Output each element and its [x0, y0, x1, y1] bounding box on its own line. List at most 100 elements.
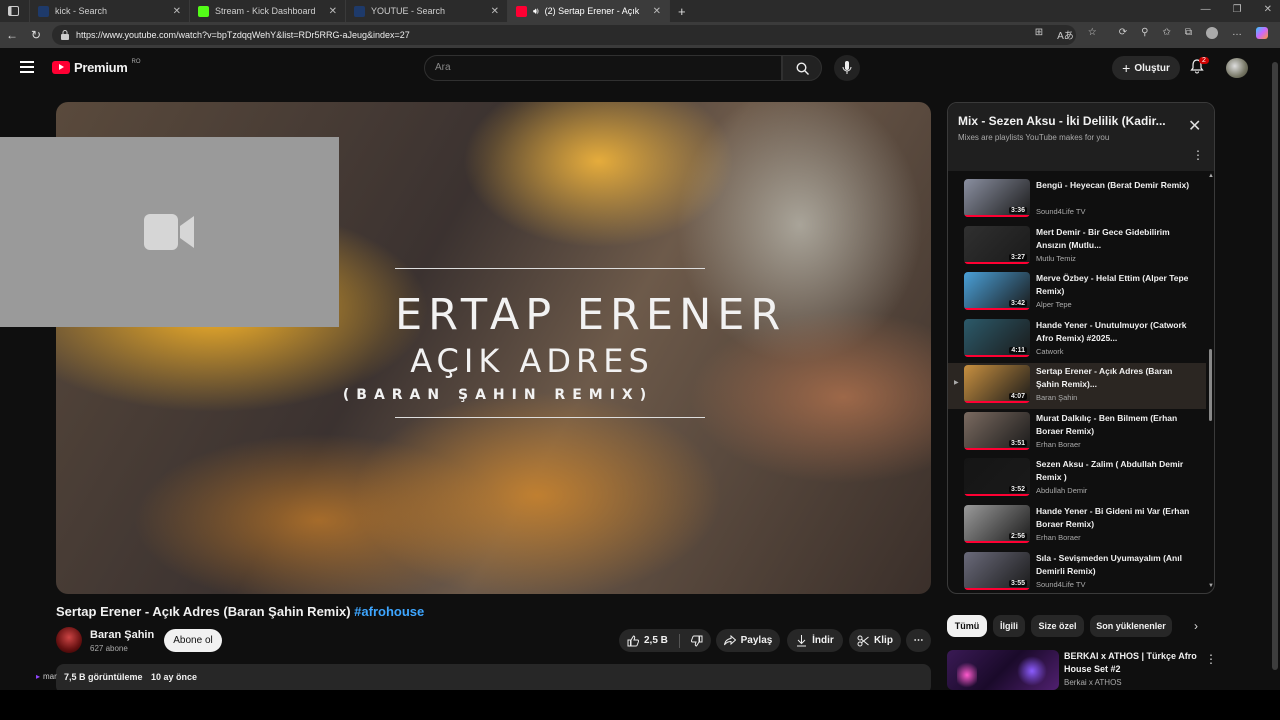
recommended-video-channel[interactable]: Berkai x ATHOS	[1064, 678, 1122, 687]
chip-all[interactable]: Tümü	[947, 615, 987, 637]
scroll-down-icon[interactable]: ▼	[1208, 583, 1214, 589]
playlist-item-thumbnail[interactable]: 4:11	[964, 319, 1030, 357]
channel-avatar[interactable]	[56, 627, 82, 653]
close-window-icon[interactable]: ✕	[1264, 4, 1272, 15]
read-aloud-icon[interactable]: Aあ	[1057, 27, 1074, 42]
playlist-item[interactable]: 3:27 Mert Demir - Bir Gece Gidebilirim An…	[948, 224, 1206, 270]
download-button[interactable]: İndir	[787, 629, 843, 652]
chip-for-you[interactable]: Size özel	[1031, 615, 1084, 637]
more-actions-button[interactable]: ⋯	[906, 629, 931, 652]
new-tab-button[interactable]: +	[678, 4, 686, 19]
playlist-item-thumbnail[interactable]: 3:36	[964, 179, 1030, 217]
close-tab-icon[interactable]: ✕	[653, 6, 661, 17]
playlist-item[interactable]: 3:42 Merve Özbey - Helal Ettim (Alper Tep…	[948, 270, 1206, 316]
more-icon[interactable]: …	[1232, 27, 1242, 42]
scroll-up-icon[interactable]: ▲	[1208, 173, 1214, 179]
duration-badge: 3:52	[1008, 486, 1027, 493]
apps-icon[interactable]: ⊞	[1035, 27, 1043, 42]
playlist-item[interactable]: 4:11 Hande Yener - Unutulmuyor (Catwork A…	[948, 317, 1206, 363]
page-scrollbar[interactable]	[1270, 48, 1280, 690]
playlist-item-thumbnail[interactable]: 3:55	[964, 552, 1030, 590]
subscribe-button[interactable]: Abone ol	[164, 629, 222, 652]
search-button[interactable]	[782, 55, 822, 81]
playlist-item-title[interactable]: Sıla - Sevişmeden Uyumayalım (Anıl Demir…	[1036, 552, 1196, 578]
playlist-item[interactable]: ▶ 4:07 Sertap Erener - Açık Adres (Baran Ş…	[948, 363, 1206, 409]
clip-button[interactable]: Klip	[849, 629, 901, 652]
mix-playlist-panel: Mix - Sezen Aksu - İki Delilik (Kadir...…	[947, 102, 1215, 594]
playlist-item-title[interactable]: Hande Yener - Bi Gideni mi Var (Erhan Bo…	[1036, 505, 1196, 531]
more-vertical-icon[interactable]: ⋮	[1205, 652, 1217, 666]
playlist-scroll-thumb[interactable]	[1209, 349, 1212, 421]
favorite-star-icon[interactable]: ☆	[1088, 27, 1097, 42]
scissors-icon	[857, 635, 869, 646]
now-playing-icon: ▶	[954, 380, 959, 386]
playlist-item-title[interactable]: Hande Yener - Unutulmuyor (Catwork Afro …	[1036, 319, 1196, 345]
chip-related[interactable]: İlgili	[993, 615, 1025, 637]
hashtag-link[interactable]: #afrohouse	[354, 604, 424, 619]
playlist-item[interactable]: 3:51 Murat Dalkılıç - Ben Bilmem (Erhan B…	[948, 410, 1206, 456]
playlist-item[interactable]: 3:36 Bengü - Heyecan (Berat Demir Remix) S…	[948, 177, 1206, 223]
chevron-right-icon[interactable]: ›	[1194, 619, 1198, 633]
menu-icon[interactable]	[20, 61, 34, 73]
playlist-item-thumbnail[interactable]: 3:52	[964, 458, 1030, 496]
playlist-item-thumbnail[interactable]: 3:51	[964, 412, 1030, 450]
more-vertical-icon[interactable]: ⋮	[1192, 149, 1204, 161]
close-tab-icon[interactable]: ✕	[329, 6, 337, 17]
share-button[interactable]: Paylaş	[716, 629, 780, 652]
window-controls: — ❐ ✕	[1201, 4, 1272, 15]
chip-recently-uploaded[interactable]: Son yüklenenler	[1090, 615, 1172, 637]
like-icon[interactable]	[627, 634, 639, 647]
url-field[interactable]: https://www.youtube.com/watch?v=bpTzdqqW…	[52, 25, 1076, 45]
speaker-icon[interactable]: 🔊︎	[533, 6, 539, 17]
browser-tab-kick-dashboard[interactable]: Stream - Kick Dashboard ✕	[190, 0, 346, 22]
notifications-button[interactable]: 2	[1190, 57, 1209, 79]
close-tab-icon[interactable]: ✕	[173, 6, 181, 17]
view-count: 7,5 B görüntüleme	[64, 672, 143, 682]
extensions-icon[interactable]: ⟳	[1119, 27, 1127, 42]
browser-tab-youtube-video[interactable]: 🔊︎ (2) Sertap Erener - Açık Adres ✕	[508, 0, 670, 22]
playlist-title[interactable]: Mix - Sezen Aksu - İki Delilik (Kadir...	[958, 114, 1178, 128]
split-screen-icon[interactable]: ⚲	[1141, 27, 1148, 42]
create-label: Oluştur	[1134, 62, 1170, 74]
playlist-item-title[interactable]: Sertap Erener - Açık Adres (Baran Şahin …	[1036, 365, 1196, 391]
back-icon[interactable]: ←	[0, 28, 24, 42]
copilot-icon[interactable]	[1256, 27, 1268, 39]
close-tab-icon[interactable]: ✕	[491, 6, 499, 17]
playlist-item-title[interactable]: Sezen Aksu - Zalim ( Abdullah Demir Remi…	[1036, 458, 1196, 484]
like-count[interactable]: 2,5 B	[644, 635, 668, 646]
youtube-premium-logo[interactable]: Premium RO	[52, 59, 141, 75]
playlist-item-title[interactable]: Merve Özbey - Helal Ettim (Alper Tepe Re…	[1036, 272, 1196, 298]
account-avatar[interactable]	[1226, 58, 1248, 78]
channel-name[interactable]: Baran Şahin	[90, 629, 154, 641]
restore-icon[interactable]: ❐	[1233, 4, 1242, 15]
playlist-item-title[interactable]: Murat Dalkılıç - Ben Bilmem (Erhan Borae…	[1036, 412, 1196, 438]
profile-icon[interactable]	[1206, 27, 1218, 39]
playlist-item-title[interactable]: Bengü - Heyecan (Berat Demir Remix)	[1036, 179, 1196, 192]
search-input[interactable]: Ara	[424, 55, 782, 81]
favorites-icon[interactable]: ✩	[1162, 27, 1170, 42]
browser-tab-kick-search[interactable]: kick - Search ✕	[30, 0, 190, 22]
recommended-video-thumbnail[interactable]	[947, 650, 1059, 690]
playlist-item-title[interactable]: Mert Demir - Bir Gece Gidebilirim Ansızı…	[1036, 226, 1196, 252]
minimize-icon[interactable]: —	[1201, 4, 1211, 15]
playlist-item-thumbnail[interactable]: 3:27	[964, 226, 1030, 264]
dislike-icon[interactable]	[690, 635, 703, 647]
address-bar-icons: ⊞ Aあ ☆ ⟳ ⚲ ✩ ⧉ …	[1035, 27, 1268, 42]
video-overlay-remix: (BARAN ŞAHIN REMIX)	[342, 387, 654, 403]
playlist-item-thumbnail[interactable]: 3:42	[964, 272, 1030, 310]
recommended-video-title[interactable]: BERKAI x ATHOS | Türkçe Afro House Set #…	[1064, 650, 1204, 676]
create-button[interactable]: + Oluştur	[1112, 56, 1180, 80]
voice-search-button[interactable]	[834, 55, 860, 81]
page-scroll-thumb[interactable]	[1272, 62, 1278, 670]
playlist-item[interactable]: 2:56 Hande Yener - Bi Gideni mi Var (Erha…	[948, 503, 1206, 549]
close-icon[interactable]: ✕	[1188, 119, 1201, 135]
playlist-item-thumbnail[interactable]: 2:56	[964, 505, 1030, 543]
collections-icon[interactable]: ⧉	[1185, 27, 1192, 42]
browser-tab-youtue-search[interactable]: YOUTUE - Search ✕	[346, 0, 508, 22]
playlist-item[interactable]: 3:55 Sıla - Sevişmeden Uyumayalım (Anıl D…	[948, 550, 1206, 593]
video-divider	[395, 268, 705, 269]
playlist-item-thumbnail[interactable]: 4:07	[964, 365, 1030, 403]
refresh-icon[interactable]: ↻	[24, 28, 48, 42]
playlist-item[interactable]: 3:52 Sezen Aksu - Zalim ( Abdullah Demir …	[948, 456, 1206, 502]
tab-actions-icon[interactable]	[0, 0, 30, 22]
